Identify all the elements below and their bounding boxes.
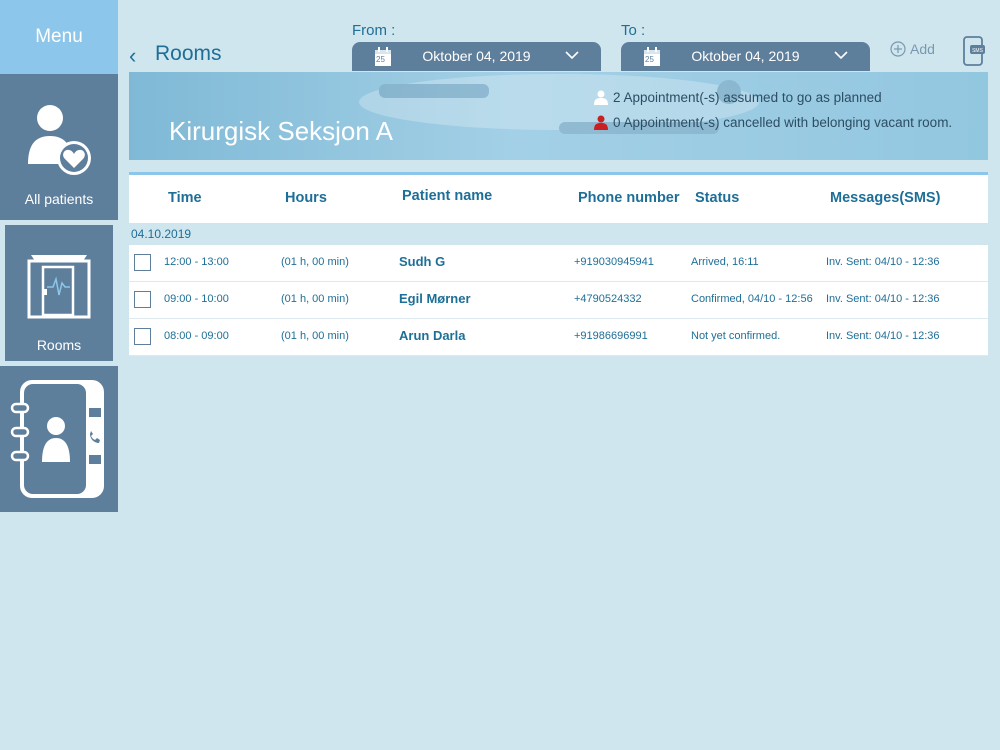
cell-messages: Inv. Sent: 04/10 - 12:36 <box>826 293 940 305</box>
cell-phone: +4790524332 <box>574 293 642 305</box>
column-header-time[interactable]: Time <box>168 190 202 206</box>
add-button[interactable]: Add <box>890 41 935 57</box>
sidebar-item-rooms[interactable]: Rooms <box>0 220 118 366</box>
column-header-phone[interactable]: Phone number <box>578 190 680 206</box>
cell-phone: +919030945941 <box>574 256 654 268</box>
cell-time: 08:00 - 09:00 <box>164 330 229 342</box>
back-chevron-icon[interactable]: ‹ <box>129 43 136 69</box>
column-header-status[interactable]: Status <box>695 190 739 206</box>
from-label: From : <box>352 22 396 39</box>
cell-patient-name[interactable]: Arun Darla <box>399 328 465 343</box>
cell-messages: Inv. Sent: 04/10 - 12:36 <box>826 330 940 342</box>
person-icon <box>594 90 608 105</box>
cell-status: Confirmed, 04/10 - 12:56 <box>691 293 813 305</box>
sidebar-item-all-patients[interactable]: All patients <box>0 74 118 220</box>
cell-phone: +91986696991 <box>574 330 648 342</box>
date-group-header: 04.10.2019 <box>131 227 192 241</box>
table-row[interactable]: 12:00 - 13:00 (01 h, 00 min) Sudh G +919… <box>129 245 988 282</box>
stat-cancelled: 0 Appointment(-s) cancelled with belongi… <box>593 114 952 130</box>
cell-status: Not yet confirmed. <box>691 330 781 342</box>
cell-hours: (01 h, 00 min) <box>281 256 349 268</box>
cell-patient-name[interactable]: Sudh G <box>399 254 445 269</box>
from-date-value: Oktober 04, 2019 <box>422 48 531 64</box>
section-banner: Kirurgisk Seksjon A 2 Appointment(-s) as… <box>129 72 988 160</box>
menu-button[interactable]: Menu <box>0 0 118 74</box>
cell-time: 12:00 - 13:00 <box>164 256 229 268</box>
cell-hours: (01 h, 00 min) <box>281 330 349 342</box>
row-checkbox[interactable] <box>134 291 151 308</box>
sidebar-item-label: All patients <box>24 191 94 207</box>
sidebar-item-label: Rooms <box>36 337 82 353</box>
to-date-picker[interactable]: 25 Oktober 04, 2019 <box>621 42 870 71</box>
sms-icon-text: SMS <box>972 48 984 54</box>
table-row[interactable]: 08:00 - 09:00 (01 h, 00 min) Arun Darla … <box>129 319 988 356</box>
chevron-down-icon <box>565 51 579 60</box>
row-checkbox[interactable] <box>134 328 151 345</box>
table-header: Time Hours Patient name Phone number Sta… <box>129 172 988 223</box>
column-header-patient-name[interactable]: Patient name <box>402 188 492 204</box>
stat-planned: 2 Appointment(-s) assumed to go as plann… <box>593 89 882 105</box>
sidebar-item-contacts[interactable] <box>0 366 118 512</box>
from-date-picker[interactable]: 25 Oktober 04, 2019 <box>352 42 601 71</box>
appointments-table: Time Hours Patient name Phone number Sta… <box>129 172 988 356</box>
rooms-tile-selected: Rooms <box>5 225 113 361</box>
menu-label: Menu <box>35 26 83 47</box>
cell-messages: Inv. Sent: 04/10 - 12:36 <box>826 256 940 268</box>
stat-cancelled-text: 0 Appointment(-s) cancelled with belongi… <box>613 114 953 130</box>
table-row[interactable]: 09:00 - 10:00 (01 h, 00 min) Egil Mørner… <box>129 282 988 319</box>
plus-circle-icon <box>890 41 906 57</box>
address-book-icon <box>10 380 104 498</box>
room-icon <box>27 255 91 319</box>
section-title: Kirurgisk Seksjon A <box>169 116 393 146</box>
back-button-label[interactable]: Rooms <box>155 42 222 66</box>
column-header-messages[interactable]: Messages(SMS) <box>830 190 940 206</box>
stat-planned-text: 2 Appointment(-s) assumed to go as plann… <box>613 89 882 105</box>
sidebar: Menu All patients Rooms <box>0 0 118 512</box>
add-label: Add <box>910 41 935 57</box>
chevron-down-icon <box>834 51 848 60</box>
patient-heart-icon <box>28 105 91 175</box>
to-label: To : <box>621 22 646 39</box>
person-cancelled-icon <box>594 115 608 130</box>
column-header-hours[interactable]: Hours <box>285 190 327 206</box>
sms-phone-icon[interactable]: SMS <box>963 36 985 66</box>
cell-time: 09:00 - 10:00 <box>164 293 229 305</box>
cell-status: Arrived, 16:11 <box>691 256 759 268</box>
row-checkbox[interactable] <box>134 254 151 271</box>
cell-hours: (01 h, 00 min) <box>281 293 349 305</box>
to-date-value: Oktober 04, 2019 <box>691 48 800 64</box>
cell-patient-name[interactable]: Egil Mørner <box>399 291 471 306</box>
